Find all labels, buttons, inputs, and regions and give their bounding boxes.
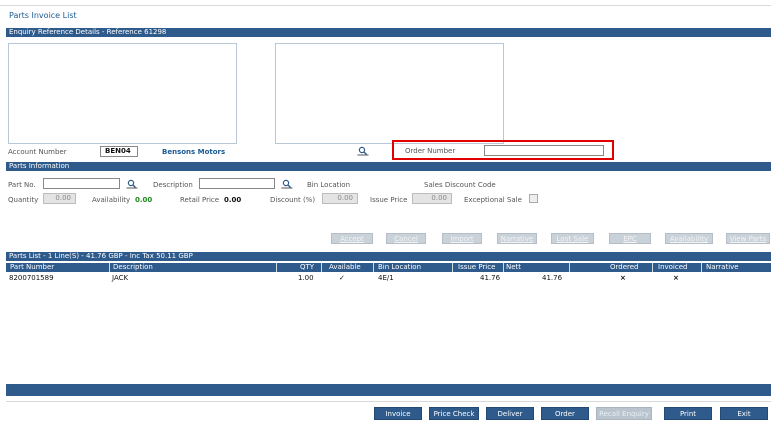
parts-info-header: Parts Information [6,162,771,171]
cross-icon: × [620,274,626,282]
account-name-link[interactable]: Bensons Motors [162,148,225,156]
footer-divider [6,401,771,402]
issue-price-label: Issue Price [370,196,408,204]
retail-price-value: 0.00 [224,196,242,204]
narrative-button[interactable]: Narrative [497,233,537,244]
exit-button[interactable]: Exit [720,407,768,420]
description-label: Description [153,181,193,189]
order-button[interactable]: Order [541,407,589,420]
issue-price-field[interactable]: 0.00 [412,193,452,204]
enquiry-address-box[interactable] [275,43,504,144]
enquiry-notes-box[interactable] [8,43,237,144]
exceptional-sale-checkbox[interactable] [529,194,538,203]
cell-bin-location: 4E/1 [378,274,394,282]
cell-description: JACK [112,274,129,282]
bin-location-label: Bin Location [307,181,351,189]
exceptional-sale-label: Exceptional Sale [464,196,522,204]
accept-button[interactable]: Accept [331,233,373,244]
parts-list-header: Parts List - 1 Line(S) - 41.76 GBP - Inc… [6,252,771,261]
print-button[interactable]: Print [664,407,712,420]
part-no-label: Part No. [8,181,36,189]
account-number-label: Account Number [8,148,67,156]
epc-button[interactable]: EPC [609,233,651,244]
cross-icon: × [673,274,679,282]
col-description[interactable]: Description [111,263,153,272]
cell-issue-price: 41.76 [480,274,501,282]
col-ordered[interactable]: Ordered [608,263,639,272]
retail-price-label: Retail Price [180,196,220,204]
discount-label: Discount (%) [270,196,316,204]
part-lookup-icon[interactable] [125,178,139,189]
order-number-label: Order Number [405,147,456,155]
deliver-button[interactable]: Deliver [486,407,534,420]
availability-label: Availability [92,196,131,204]
sales-discount-label: Sales Discount Code [424,181,496,189]
col-available[interactable]: Available [327,263,361,272]
discount-field[interactable]: 0.00 [322,193,358,204]
availability-value: 0.00 [135,196,153,204]
import-button[interactable]: Import [442,233,482,244]
description-field[interactable] [199,178,275,189]
quantity-label: Quantity [8,196,39,204]
cell-qty: 1.00 [298,274,314,282]
order-number-field[interactable] [484,145,604,156]
invoice-button[interactable]: Invoice [374,407,422,420]
table-row[interactable]: 8200701589 JACK 1.00 ✓ 4E/1 41.76 41.76 … [6,273,771,283]
parts-table-header: Part Number Description QTY Available Bi… [6,263,771,272]
description-lookup-icon[interactable] [280,178,294,189]
col-invoiced[interactable]: Invoiced [656,263,687,272]
col-narrative[interactable]: Narrative [704,263,739,272]
part-no-field[interactable] [43,178,120,189]
price-check-button[interactable]: Price Check [429,407,479,420]
lost-sale-button[interactable]: Lost Sale [551,233,594,244]
parts-list-footer-bar [6,384,771,396]
col-qty[interactable]: QTY [298,263,314,272]
col-nett[interactable]: Nett [504,263,521,272]
account-lookup-icon[interactable] [356,145,370,156]
availability-button[interactable]: Availability [665,233,713,244]
cancel-button[interactable]: Cancel [386,233,426,244]
account-number-field[interactable]: BEN04 [100,146,138,157]
cell-nett: 41.76 [542,274,563,282]
col-issue-price[interactable]: Issue Price [456,263,495,272]
recall-enquiry-button[interactable]: Recall Enquiry [596,407,652,420]
enquiry-header: Enquiry Reference Details - Reference 61… [6,28,771,37]
page-title: Parts Invoice List [9,11,77,20]
col-bin-location[interactable]: Bin Location [376,263,421,272]
cell-part-number: 8200701589 [9,274,54,282]
quantity-field[interactable]: 0.00 [43,193,76,204]
col-part-number[interactable]: Part Number [8,263,54,272]
top-divider [0,5,771,6]
check-icon: ✓ [339,274,345,282]
view-parts-button[interactable]: View Parts [726,233,770,244]
